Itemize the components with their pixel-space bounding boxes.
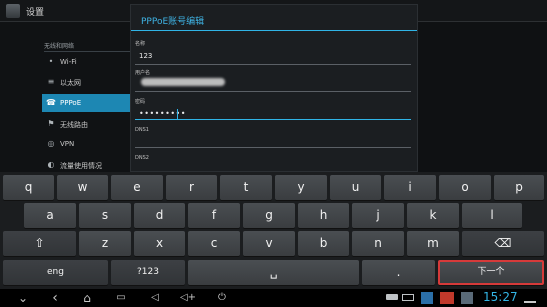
usb-icon — [386, 294, 398, 300]
sidebar-item-label: 流量使用情况 — [60, 162, 102, 170]
text-cursor — [177, 109, 178, 119]
key-l[interactable]: l — [462, 203, 522, 228]
key-u[interactable]: u — [330, 175, 381, 200]
settings-app-icon — [6, 4, 20, 18]
password-label: 密码 — [135, 99, 146, 105]
home-icon[interactable]: ⌂ — [78, 291, 96, 305]
delete-key[interactable]: ⌫ — [462, 231, 544, 256]
section-header-wireless: 无线和网络 — [44, 43, 75, 50]
dns2-label: DNS2 — [135, 155, 149, 161]
soft-keyboard: q w e r t y u i o p a s d f g h j k l ⇧ … — [0, 172, 547, 289]
key-g[interactable]: g — [243, 203, 295, 228]
shift-key[interactable]: ⇧ — [3, 231, 76, 256]
recent-apps-icon[interactable]: ▭ — [112, 291, 130, 305]
sidebar-item-label: 无线路由 — [60, 121, 88, 129]
sidebar-item-label: PPPoE — [60, 99, 82, 107]
sidebar-item-hotspot[interactable]: ⚑ 无线路由 — [42, 115, 130, 133]
key-t[interactable]: t — [220, 175, 272, 200]
dns1-label: DNS1 — [135, 127, 149, 133]
name-label: 名称 — [135, 41, 146, 47]
key-v[interactable]: v — [243, 231, 295, 256]
sidebar-item-label: VPN — [60, 140, 75, 148]
key-m[interactable]: m — [407, 231, 459, 256]
volume-down-icon[interactable]: ◁ — [146, 291, 164, 305]
key-p[interactable]: p — [494, 175, 544, 200]
key-c[interactable]: c — [188, 231, 240, 256]
key-w[interactable]: w — [57, 175, 108, 200]
sidebar-item-ethernet[interactable]: ≡ 以太网 — [42, 73, 130, 91]
clock: 15:27 — [483, 290, 518, 304]
sidebar-item-vpn[interactable]: ◎ VPN — [42, 135, 130, 153]
shift-icon: ⇧ — [34, 236, 45, 250]
key-x[interactable]: x — [134, 231, 185, 256]
sidebar-item-wifi[interactable]: • Wi-Fi — [42, 53, 130, 71]
username-label: 用户名 — [135, 70, 151, 76]
dns1-field[interactable] — [135, 147, 411, 148]
sidebar-item-pppoe[interactable]: ☎ PPPoE — [42, 94, 130, 112]
key-d[interactable]: d — [134, 203, 185, 228]
name-field-underline — [135, 64, 411, 65]
username-field-underline — [135, 91, 411, 92]
system-navigation-bar: ⌄ ‹ ⌂ ▭ ◁ ◁+ ⏻ 15:27 — [0, 289, 547, 307]
power-icon[interactable]: ⏻ — [213, 291, 231, 305]
space-icon: ␣ — [269, 265, 278, 279]
key-f[interactable]: f — [188, 203, 240, 228]
key-s[interactable]: s — [79, 203, 131, 228]
ethernet-icon: ≡ — [47, 77, 55, 86]
key-z[interactable]: z — [79, 231, 131, 256]
password-field-underline — [135, 119, 411, 120]
key-a[interactable]: a — [24, 203, 76, 228]
language-key[interactable]: eng — [3, 260, 108, 285]
key-o[interactable]: o — [439, 175, 491, 200]
dialog-title-divider — [131, 30, 417, 31]
notification-icon — [461, 292, 473, 304]
app-notification-icon — [421, 292, 433, 304]
storage-icon — [402, 294, 414, 301]
password-field[interactable]: ••••••••• — [139, 109, 186, 118]
volume-up-icon[interactable]: ◁+ — [178, 291, 198, 305]
app-badge-icon — [440, 292, 454, 304]
settings-title: 设置 — [26, 8, 45, 18]
username-field[interactable] — [141, 78, 225, 86]
key-n[interactable]: n — [352, 231, 404, 256]
section-divider — [44, 51, 130, 52]
hide-keyboard-icon[interactable]: ⌄ — [14, 291, 32, 305]
key-h[interactable]: h — [298, 203, 349, 228]
key-y[interactable]: y — [275, 175, 327, 200]
dialog-title: PPPoE账号编辑 — [141, 17, 205, 27]
phone-icon: ☎ — [46, 98, 56, 107]
key-q[interactable]: q — [3, 175, 54, 200]
backspace-icon: ⌫ — [494, 236, 512, 250]
key-k[interactable]: k — [407, 203, 459, 228]
pppoe-edit-dialog: PPPoE账号编辑 名称 123 用户名 密码 ••••••••• DNS1 D… — [130, 4, 418, 172]
back-icon[interactable]: ‹ — [46, 291, 64, 305]
key-i[interactable]: i — [384, 175, 436, 200]
period-key[interactable]: . — [362, 260, 435, 285]
key-r[interactable]: r — [166, 175, 217, 200]
settings-detail-pane — [418, 22, 547, 172]
key-e[interactable]: e — [111, 175, 163, 200]
hotspot-icon: ⚑ — [47, 119, 55, 128]
symbols-key[interactable]: ?123 — [111, 260, 185, 285]
sidebar-item-label: 以太网 — [60, 79, 81, 87]
sidebar-item-label: Wi-Fi — [60, 58, 77, 66]
name-field[interactable]: 123 — [139, 52, 152, 60]
space-key[interactable]: ␣ — [188, 260, 359, 285]
key-j[interactable]: j — [352, 203, 404, 228]
vpn-icon: ◎ — [47, 139, 55, 148]
key-b[interactable]: b — [298, 231, 349, 256]
ethernet-status-icon — [524, 293, 536, 303]
data-usage-icon: ◐ — [47, 160, 55, 169]
wifi-icon: • — [48, 57, 54, 66]
next-button[interactable]: 下一个 — [438, 260, 544, 285]
